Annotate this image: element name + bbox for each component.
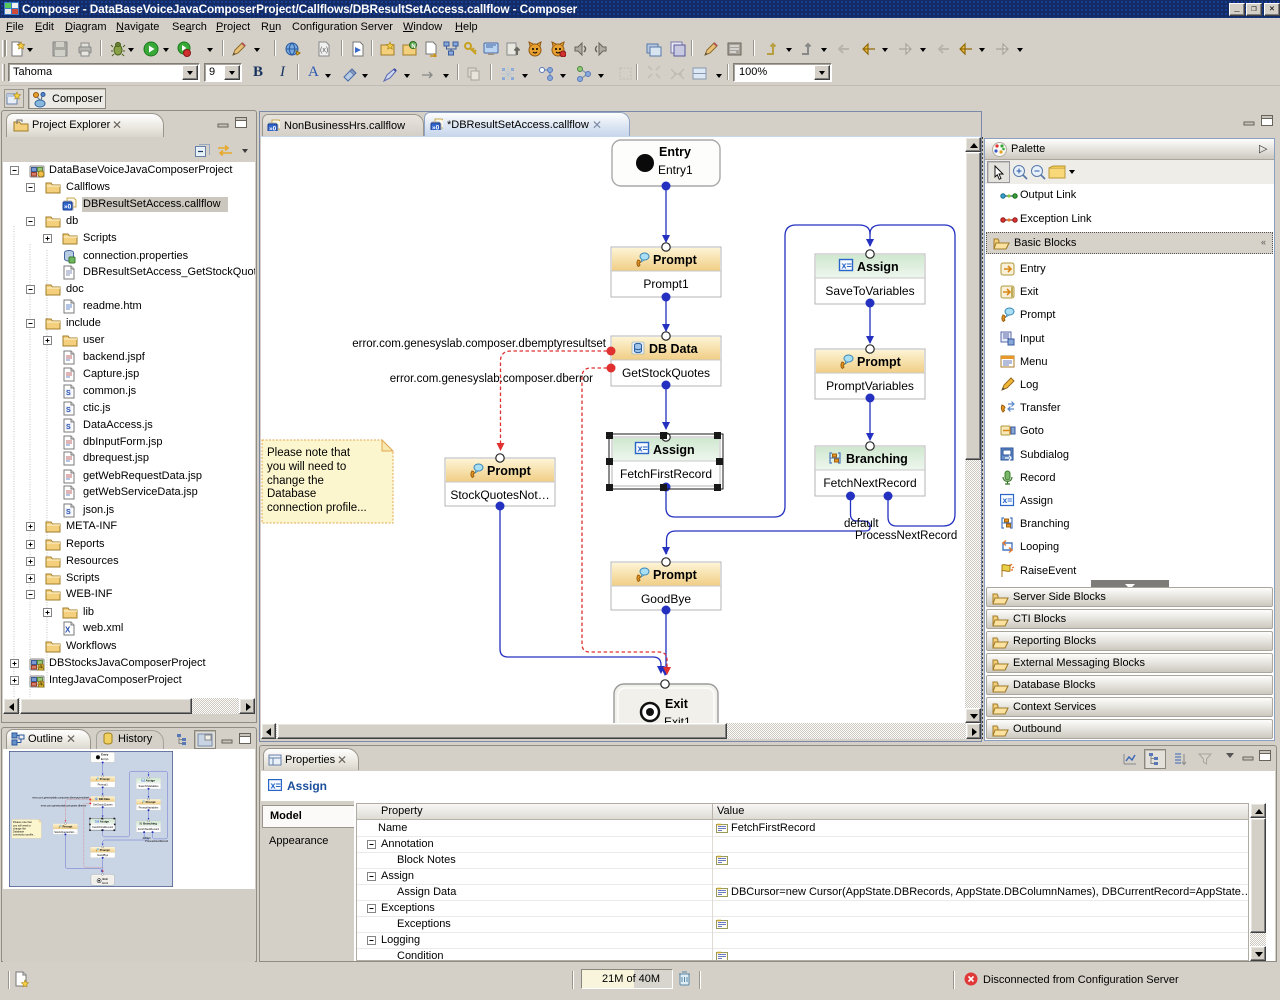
svg-text:S: S	[66, 509, 71, 516]
svg-text:S: S	[66, 424, 71, 431]
svg-text:»0: »0	[64, 204, 72, 211]
svg-text:x=: x=	[271, 781, 281, 791]
svg-text:»0: »0	[269, 126, 277, 132]
svg-text:S: S	[66, 390, 71, 397]
svg-text:»0: »0	[432, 125, 440, 131]
svg-text:(x): (x)	[320, 47, 328, 54]
svg-text:S: S	[66, 407, 71, 414]
svg-text:X: X	[65, 626, 71, 635]
svg-text:x=: x=	[1003, 495, 1013, 505]
svg-text:N: N	[411, 44, 415, 50]
